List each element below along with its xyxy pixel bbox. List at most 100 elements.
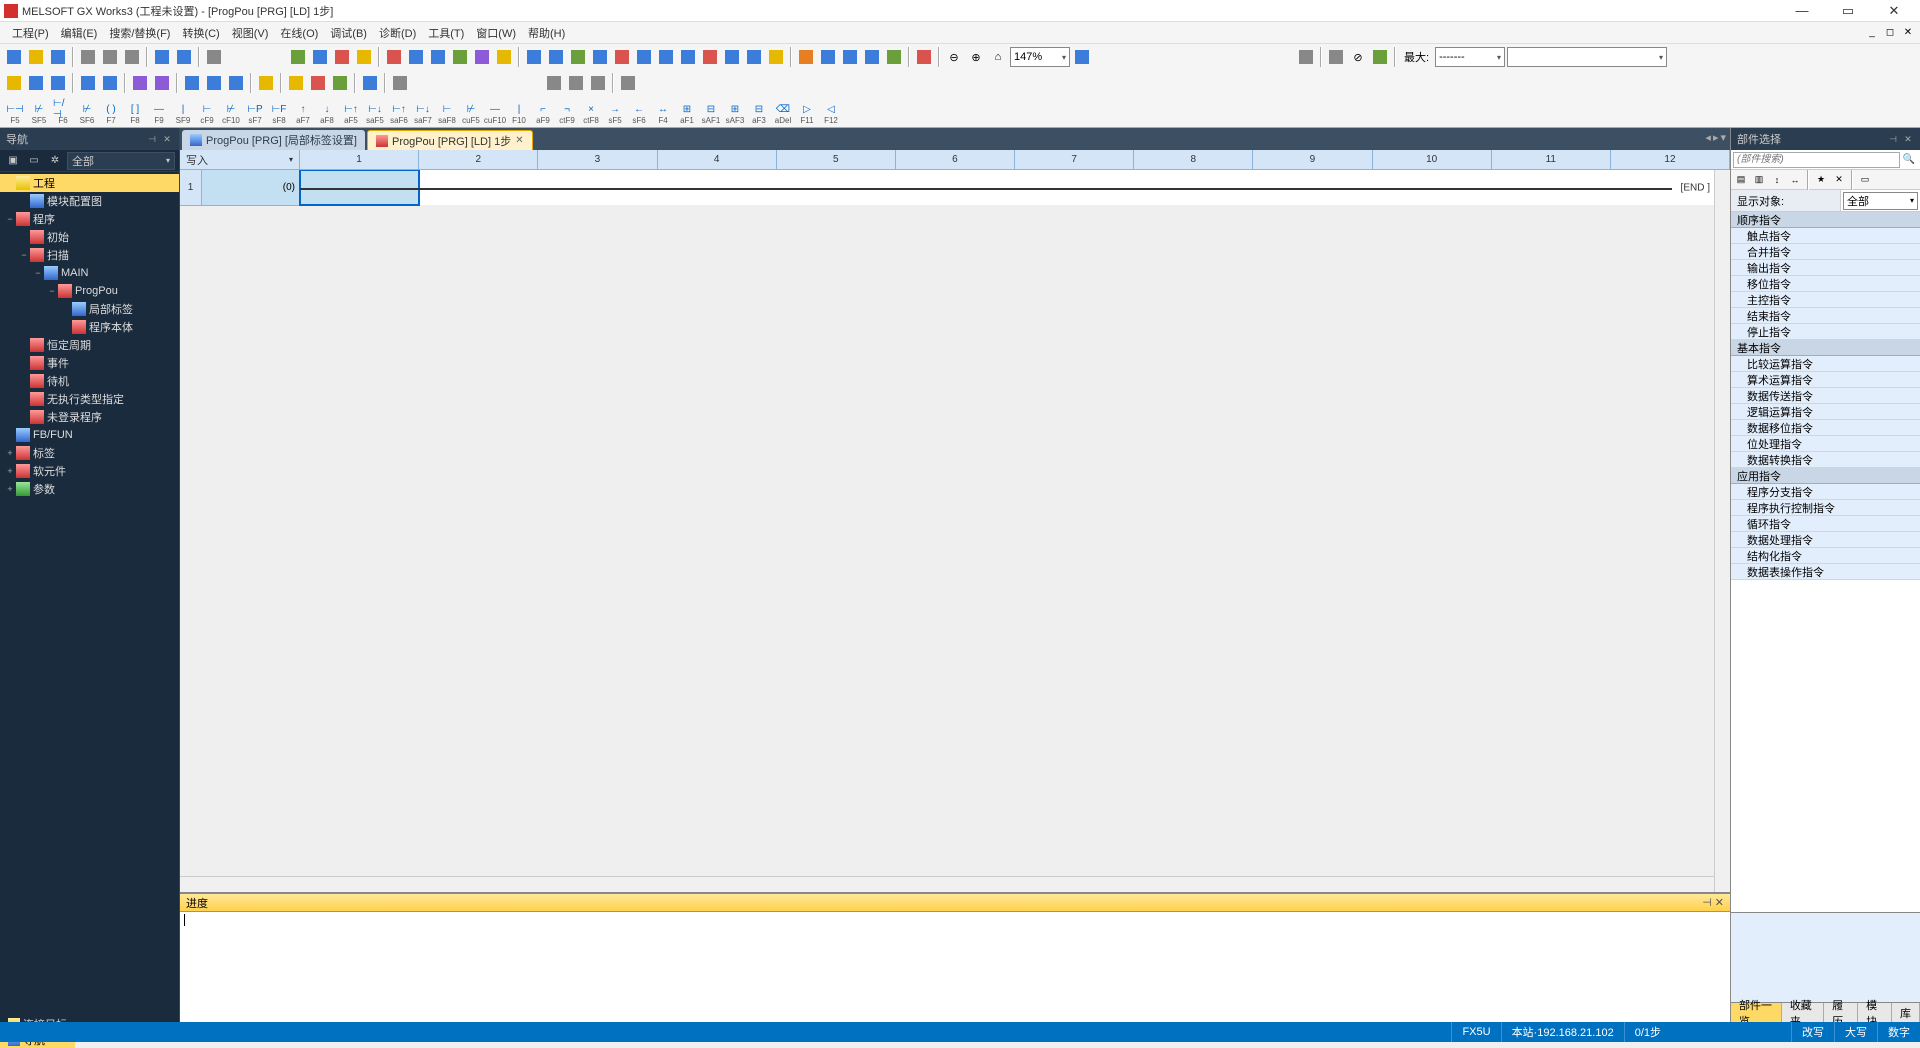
open-button[interactable]	[26, 47, 46, 67]
tb-btn-c9[interactable]	[700, 47, 720, 67]
parts-tb-7[interactable]: ▭	[1857, 172, 1873, 188]
tree-item[interactable]: 局部标签	[0, 300, 179, 318]
menu-item[interactable]: 调试(B)	[324, 26, 373, 42]
parts-tab[interactable]: 履历	[1824, 1003, 1858, 1022]
tb2-btn-10[interactable]	[308, 73, 328, 93]
ladder-tool-aF5[interactable]: ⊢↑aF5	[340, 99, 362, 127]
parts-pin-button[interactable]: ⊣	[1887, 133, 1899, 145]
tb-btn-d4[interactable]	[862, 47, 882, 67]
parts-item[interactable]: 输出指令	[1731, 260, 1920, 276]
progress-close-button[interactable]: ✕	[1715, 896, 1724, 909]
tb2-btn-6[interactable]	[130, 73, 150, 93]
ladder-tool-ctF9[interactable]: ¬ctF9	[556, 99, 578, 127]
parts-tb-6[interactable]: ✕	[1831, 172, 1847, 188]
tb-btn-a4[interactable]	[354, 47, 374, 67]
parts-category[interactable]: 应用指令	[1731, 468, 1920, 484]
ladder-tool-saF5[interactable]: ⊢↓saF5	[364, 99, 386, 127]
parts-tab[interactable]: 模块	[1858, 1003, 1892, 1022]
nav-filter-button[interactable]: ▣	[4, 152, 22, 170]
parts-tab[interactable]: 部件一览	[1731, 1003, 1782, 1022]
tree-item[interactable]: +标签	[0, 444, 179, 462]
parts-item[interactable]: 比较运算指令	[1731, 356, 1920, 372]
menu-item[interactable]: 编辑(E)	[55, 26, 104, 42]
tb-btn-g4[interactable]	[1370, 47, 1390, 67]
tb-btn-b5[interactable]	[472, 47, 492, 67]
tree-item[interactable]: −扫描	[0, 246, 179, 264]
tb2-btn-15[interactable]	[588, 73, 608, 93]
menu-item[interactable]: 在线(O)	[274, 26, 324, 42]
tb-btn-d5[interactable]	[884, 47, 904, 67]
parts-tb-2[interactable]: ▥	[1751, 172, 1767, 188]
ladder-tool-aF7[interactable]: ↑aF7	[292, 99, 314, 127]
ladder-tool-sAF1[interactable]: ⊟sAF1	[700, 99, 722, 127]
tree-item[interactable]: 待机	[0, 372, 179, 390]
parts-item[interactable]: 数据传送指令	[1731, 388, 1920, 404]
menu-item[interactable]: 工程(P)	[6, 26, 55, 42]
ladder-tool-F11[interactable]: ▷F11	[796, 99, 818, 127]
menu-item[interactable]: 视图(V)	[226, 26, 275, 42]
parts-item[interactable]: 程序执行控制指令	[1731, 500, 1920, 516]
ladder-cells[interactable]: [END ]	[300, 170, 1730, 206]
redo-button[interactable]	[174, 47, 194, 67]
print-button[interactable]	[204, 47, 224, 67]
parts-item[interactable]: 逻辑运算指令	[1731, 404, 1920, 420]
parts-item[interactable]: 数据处理指令	[1731, 532, 1920, 548]
nav-close-button[interactable]: ✕	[161, 133, 173, 145]
tb-btn-b3[interactable]	[428, 47, 448, 67]
document-tab[interactable]: ProgPou [PRG] [LD] 1步✕	[367, 130, 533, 150]
nav-settings-button[interactable]: ✲	[46, 152, 64, 170]
parts-close-button[interactable]: ✕	[1902, 133, 1914, 145]
tb2-btn-4[interactable]	[78, 73, 98, 93]
parts-item[interactable]: 算术运算指令	[1731, 372, 1920, 388]
tree-item[interactable]: FB/FUN	[0, 426, 179, 444]
parts-item[interactable]: 停止指令	[1731, 324, 1920, 340]
cut-button[interactable]	[78, 47, 98, 67]
ladder-mode-select[interactable]: 写入▾	[180, 150, 300, 169]
tb-btn-d3[interactable]	[840, 47, 860, 67]
tb-btn-a1[interactable]	[288, 47, 308, 67]
parts-item[interactable]: 移位指令	[1731, 276, 1920, 292]
menu-item[interactable]: 工具(T)	[422, 26, 470, 42]
parts-item[interactable]: 循环指令	[1731, 516, 1920, 532]
tab-prev-button[interactable]: ◂	[1705, 131, 1711, 144]
ladder-tool-saF7[interactable]: ⊢↓saF7	[412, 99, 434, 127]
ladder-tool-aDel[interactable]: ⌫aDel	[772, 99, 794, 127]
parts-item[interactable]: 数据表操作指令	[1731, 564, 1920, 580]
ladder-scrollbar-h[interactable]	[180, 876, 1714, 892]
tb2-btn-dev4[interactable]	[360, 73, 380, 93]
tb-btn-c5[interactable]	[612, 47, 632, 67]
parts-tb-4[interactable]: ↔	[1787, 172, 1803, 188]
parts-search-button[interactable]: 🔍	[1900, 152, 1918, 168]
parts-search-input[interactable]	[1733, 152, 1900, 168]
maximize-button[interactable]: ▭	[1834, 3, 1862, 19]
tb-btn-c8[interactable]	[678, 47, 698, 67]
ladder-tool-aF8[interactable]: ↓aF8	[316, 99, 338, 127]
parts-item[interactable]: 触点指令	[1731, 228, 1920, 244]
tb2-btn-5[interactable]	[100, 73, 120, 93]
tb-btn-b4[interactable]	[450, 47, 470, 67]
new-button[interactable]	[4, 47, 24, 67]
tb2-btn-dev2[interactable]	[204, 73, 224, 93]
zoom-out-button[interactable]: ⊖	[944, 47, 964, 67]
ladder-tool-sF6[interactable]: ←sF6	[628, 99, 650, 127]
tb2-btn-dev3[interactable]	[226, 73, 246, 93]
ladder-tool-aF9[interactable]: ⌐aF9	[532, 99, 554, 127]
ladder-tool-SF5[interactable]: ⊬SF5	[28, 99, 50, 127]
tb2-btn-14[interactable]	[566, 73, 586, 93]
menu-item[interactable]: 帮助(H)	[522, 26, 571, 42]
zoom-fit-button[interactable]: ⌂	[988, 47, 1008, 67]
copy-button[interactable]	[100, 47, 120, 67]
ladder-tool-saF6[interactable]: ⊢↑saF6	[388, 99, 410, 127]
tree-item[interactable]: −MAIN	[0, 264, 179, 282]
ladder-tool-sAF3[interactable]: ⊞sAF3	[724, 99, 746, 127]
tb-btn-b2[interactable]	[406, 47, 426, 67]
tab-close-button[interactable]: ✕	[515, 135, 523, 146]
ladder-tool-saF8[interactable]: ⊢saF8	[436, 99, 458, 127]
ladder-tool-F12[interactable]: ◁F12	[820, 99, 842, 127]
ladder-tool-aF1[interactable]: ⊞aF1	[676, 99, 698, 127]
close-button[interactable]: ✕	[1880, 3, 1908, 19]
tb-btn-e1[interactable]	[914, 47, 934, 67]
tb2-btn-3[interactable]	[48, 73, 68, 93]
tb2-btn-dev1[interactable]	[182, 73, 202, 93]
parts-tb-3[interactable]: ↕	[1769, 172, 1785, 188]
